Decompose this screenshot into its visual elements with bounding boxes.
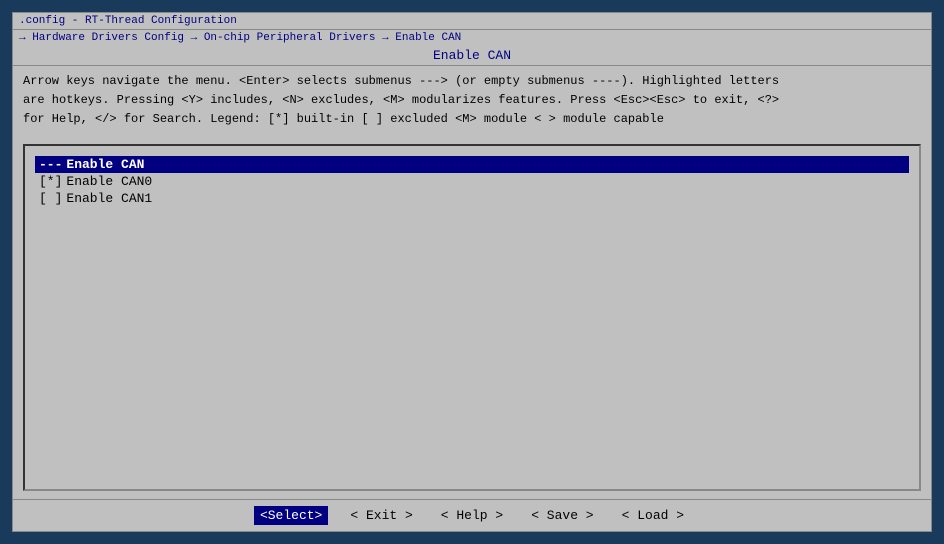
- help-line3: for Help, </> for Search. Legend: [*] bu…: [23, 110, 921, 129]
- menu-item-enable-can-parent[interactable]: --- Enable CAN: [35, 156, 909, 173]
- page-title: Enable CAN: [433, 48, 511, 63]
- breadcrumb-text: → Hardware Drivers Config → On-chip Peri…: [19, 32, 461, 44]
- content-area: --- Enable CAN [*] Enable CAN0 [ ] Enabl…: [23, 144, 921, 491]
- menu-item-prefix: [*]: [39, 174, 62, 189]
- help-line2: are hotkeys. Pressing <Y> includes, <N> …: [23, 91, 921, 110]
- menu-item-prefix: [ ]: [39, 191, 62, 206]
- exit-button[interactable]: < Exit >: [344, 506, 418, 525]
- page-title-bar: Enable CAN: [13, 46, 931, 66]
- load-button[interactable]: < Load >: [616, 506, 690, 525]
- select-button[interactable]: <Select>: [254, 506, 328, 525]
- menu-item-label: Enable CAN0: [66, 174, 152, 189]
- menu-item-label: Enable CAN: [66, 157, 144, 172]
- main-window: .config - RT-Thread Configuration → Hard…: [12, 12, 932, 532]
- menu-item-label: Enable CAN1: [66, 191, 152, 206]
- help-text: Arrow keys navigate the menu. <Enter> se…: [13, 66, 931, 136]
- help-line1: Arrow keys navigate the menu. <Enter> se…: [23, 72, 921, 91]
- breadcrumb: → Hardware Drivers Config → On-chip Peri…: [13, 30, 931, 46]
- title-text: .config - RT-Thread Configuration: [19, 15, 237, 27]
- save-button[interactable]: < Save >: [525, 506, 599, 525]
- title-bar: .config - RT-Thread Configuration: [13, 13, 931, 30]
- bottom-bar: <Select> < Exit > < Help > < Save > < Lo…: [13, 499, 931, 531]
- menu-item-enable-can1[interactable]: [ ] Enable CAN1: [35, 190, 909, 207]
- menu-item-prefix: ---: [39, 157, 62, 172]
- menu-item-enable-can0[interactable]: [*] Enable CAN0: [35, 173, 909, 190]
- help-button[interactable]: < Help >: [435, 506, 509, 525]
